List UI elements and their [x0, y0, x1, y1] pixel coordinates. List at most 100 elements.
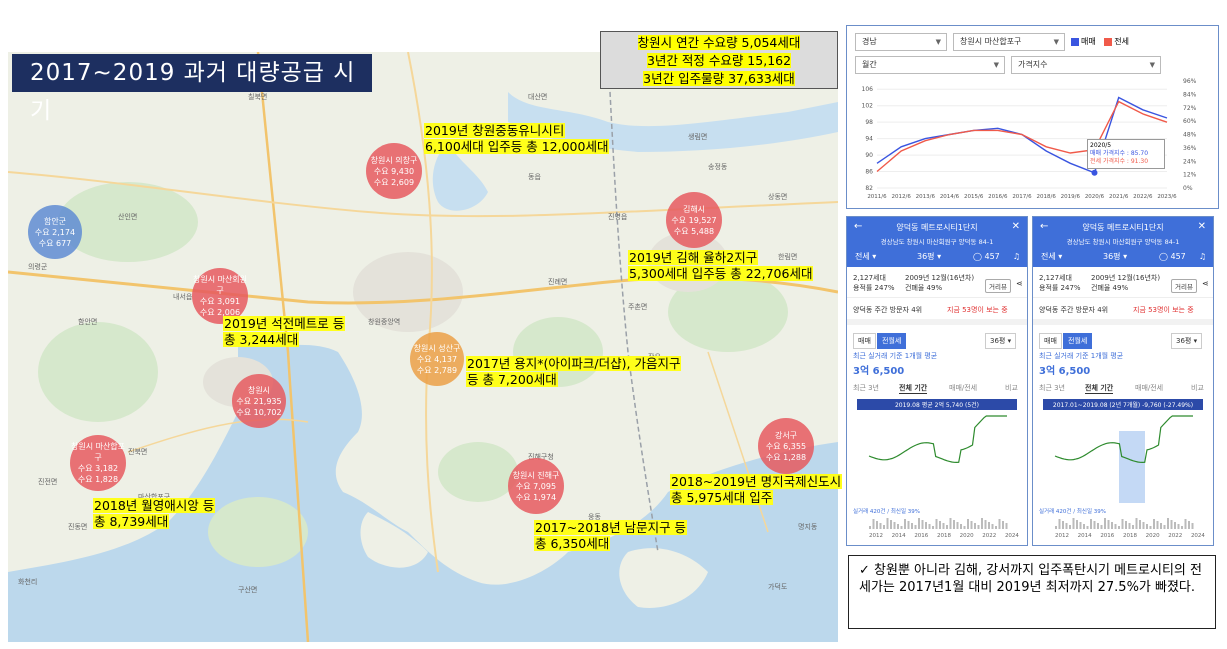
region-circle-gimhae[interactable]: 김해시 수요 19,527 수요 5,488	[666, 192, 722, 248]
tooltip-rent: 전세 가격지수 : 91.30	[1090, 158, 1149, 165]
mode-value: 전세	[1041, 252, 1056, 261]
volume-bar	[995, 526, 997, 529]
volume-bar	[963, 526, 966, 529]
map-label: 명지동	[798, 523, 818, 531]
mode-select[interactable]: 전세 ▾	[855, 247, 876, 267]
y-tick-label: 82	[865, 185, 873, 192]
period-tab-compare-type[interactable]: 매매/전세	[1135, 383, 1163, 393]
check-icon: ✓	[859, 563, 870, 578]
volume-bar	[932, 526, 934, 529]
year-tick: 2022	[1168, 533, 1183, 539]
bell-icon[interactable]: ♫	[1013, 247, 1020, 267]
bell-icon[interactable]: ♫	[1199, 247, 1206, 267]
map-label: 대산면	[528, 93, 548, 101]
x-tick-label: 2016/6	[988, 194, 1008, 200]
chevron-down-icon: ▼	[1149, 61, 1155, 69]
apt-bcr: 건폐율 49%	[1091, 284, 1129, 292]
volume-bar	[886, 518, 889, 529]
close-icon[interactable]: ✕	[1198, 221, 1206, 232]
tab-rent[interactable]: 전월세	[877, 333, 907, 349]
size-dropdown[interactable]: 36평 ▾	[1171, 333, 1203, 349]
volume-bar	[949, 518, 952, 529]
volume-bar	[911, 523, 913, 529]
back-arrow-icon[interactable]: ←	[1040, 221, 1048, 232]
map-label: 구산면	[238, 586, 258, 594]
volume-bar	[1181, 526, 1183, 529]
volume-bar	[1156, 521, 1159, 529]
tab-sale[interactable]: 매매	[1039, 333, 1062, 349]
circle-value: 수요 3,091	[199, 297, 241, 306]
period-tab-compare[interactable]: 비교	[1191, 383, 1204, 393]
circle-label: 창원시 마산합포구	[70, 442, 126, 462]
circle-value: 수요 2,174	[34, 227, 76, 237]
region-circle-jinhae[interactable]: 창원시 진해구 수요 7,095 수요 1,974	[508, 458, 564, 514]
apt-built-date: 2009년 12월(16년차)	[905, 274, 975, 282]
apt-title: 양덕동 메트로시티1단지	[1082, 223, 1164, 232]
volume-bar	[904, 519, 906, 529]
circle-label: 함안군	[43, 216, 67, 226]
visitor-rank: 양덕동 주간 방문자 4위	[1039, 306, 1109, 314]
volume-bar	[1079, 522, 1082, 529]
region-circle-masanhappo[interactable]: 창원시 마산합포구 수요 3,182 수요 1,828	[70, 435, 126, 491]
street-view-button[interactable]: 거리뷰	[1171, 279, 1197, 293]
year-tick: 2018	[936, 533, 951, 539]
period-tab-all[interactable]: 전체 기간	[1085, 383, 1114, 394]
share-icon[interactable]: ⋖	[1202, 279, 1209, 288]
viewer-count-link[interactable]: 지금 53명이 보는 중	[947, 305, 1008, 315]
circle-value: 수요 5,488	[673, 226, 715, 236]
period-tab-all[interactable]: 전체 기간	[899, 383, 928, 394]
x-tick-label: 2012/6	[891, 194, 911, 200]
street-view-button[interactable]: 거리뷰	[985, 279, 1011, 293]
share-icon[interactable]: ⋖	[1016, 279, 1023, 288]
mode-select[interactable]: 전세 ▾	[1041, 247, 1062, 267]
back-arrow-icon[interactable]: ←	[854, 221, 862, 232]
region-select[interactable]: 경남 ▼	[855, 33, 947, 51]
period-tab-3y[interactable]: 최근 3년	[1039, 383, 1065, 393]
circle-label: 창원시 의창구	[370, 155, 418, 165]
callout-line: 2018년 월영애시앙 등	[93, 498, 216, 513]
viewer-count-link[interactable]: 지금 53명이 보는 중	[1133, 305, 1194, 315]
volume-bar	[1184, 519, 1187, 529]
year-tick: 2016	[914, 533, 929, 539]
volume-bar	[988, 522, 990, 529]
size-select[interactable]: 36평 ▾	[917, 247, 941, 267]
callout-line: 2019년 김해 율하2지구	[628, 250, 759, 265]
tab-sale[interactable]: 매매	[853, 333, 876, 349]
size-dropdown[interactable]: 36평 ▾	[985, 333, 1017, 349]
comments-button[interactable]: ◯ 457	[973, 247, 1000, 267]
summary-line-3: 3년간 입주물량 37,633세대	[643, 71, 795, 86]
y-tick-label: 86	[865, 169, 873, 176]
period-tab-compare-type[interactable]: 매매/전세	[949, 383, 977, 393]
sale-marker	[1091, 169, 1098, 176]
chevron-down-icon: ▼	[1053, 38, 1059, 46]
legend-swatch-rent	[1104, 37, 1113, 46]
region-circle-uichang[interactable]: 창원시 의창구 수요 9,430 수요 2,609	[366, 143, 422, 199]
close-icon[interactable]: ✕	[1012, 221, 1020, 232]
metric-select[interactable]: 가격지수 ▼	[1011, 56, 1161, 74]
y-tick-label: 98	[865, 119, 873, 126]
callout-wolyeong: 2018년 월영애시앙 등총 8,739세대	[93, 498, 216, 530]
circle-label: 강서구	[774, 430, 798, 440]
period-tab-3y[interactable]: 최근 3년	[853, 383, 879, 393]
map-label: 송정동	[708, 163, 728, 171]
district-select[interactable]: 창원시 마산합포구 ▼	[953, 33, 1065, 51]
year-axis: 2012 2014 2016 2018 2020 2022 2024	[1055, 533, 1205, 539]
region-circle-seongsan[interactable]: 창원시 성산구 수요 4,137 수요 2,789	[410, 332, 464, 386]
volume-bar	[967, 519, 969, 529]
volume-bar	[991, 524, 994, 529]
period-tab-compare[interactable]: 비교	[1005, 383, 1018, 393]
size-select[interactable]: 36평 ▾	[1103, 247, 1127, 267]
period-select[interactable]: 월간 ▼	[855, 56, 1005, 74]
summary-line-1: 창원시 연간 수요량 5,054세대	[637, 35, 801, 50]
region-circle-changwon[interactable]: 창원시 수요 21,935 수요 10,702	[232, 374, 286, 428]
tab-rent[interactable]: 전월세	[1063, 333, 1093, 349]
comments-button[interactable]: ◯ 457	[1159, 247, 1186, 267]
circle-value: 수요 10,702	[236, 407, 282, 417]
region-circle-haman[interactable]: 함안군 수요 2,174 수요 677	[28, 205, 82, 259]
volume-bar	[1135, 518, 1138, 529]
apt-bcr: 건폐율 49%	[905, 284, 943, 292]
volume-bar	[1005, 523, 1008, 529]
apt-address: 경상남도 창원시 마산회원구 양덕동 84-1	[1066, 238, 1180, 246]
volume-bar	[981, 518, 983, 529]
region-circle-gangseo[interactable]: 강서구 수요 6,355 수요 1,288	[758, 418, 814, 474]
